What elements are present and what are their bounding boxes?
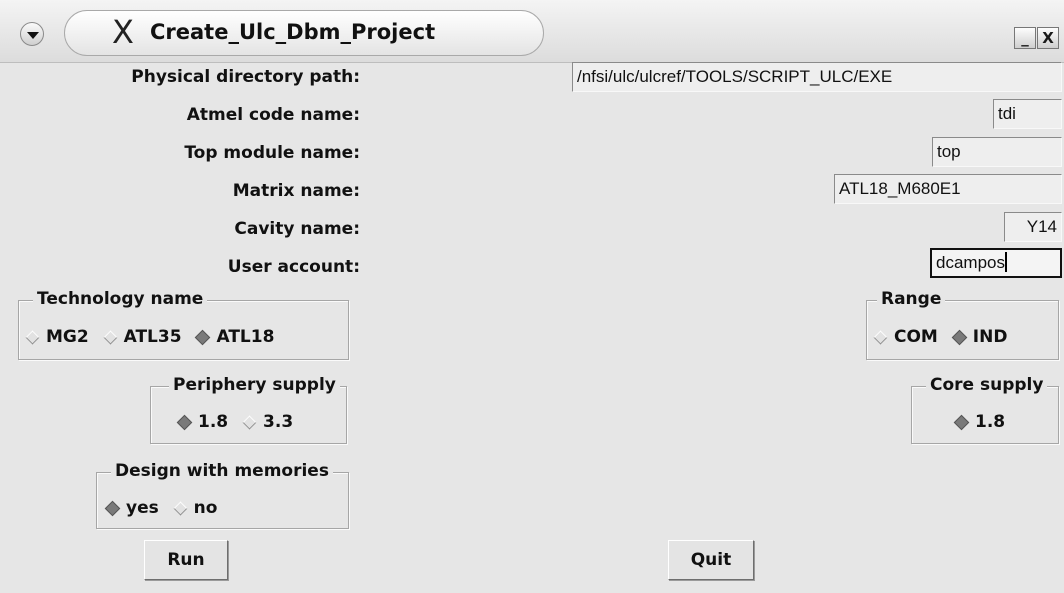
matrix-name-input[interactable]: ATL18_M680E1	[834, 174, 1062, 204]
close-icon[interactable]: X	[1037, 27, 1059, 49]
range-title: Range	[877, 288, 946, 310]
radio-atl35[interactable]: ATL35	[101, 327, 182, 347]
radio-memories-yes[interactable]: yes	[103, 498, 159, 518]
radio-unselected-icon	[873, 329, 888, 345]
run-button[interactable]: Run	[144, 540, 228, 580]
radio-unselected-icon	[103, 329, 118, 345]
radio-periphery-3-3-label: 3.3	[263, 412, 294, 432]
core-supply-group: Core supply 1.8	[911, 374, 1059, 444]
radio-unselected-icon	[25, 329, 40, 345]
radio-ind[interactable]: IND	[950, 327, 1008, 347]
radio-periphery-3-3[interactable]: 3.3	[240, 412, 293, 432]
radio-selected-icon	[104, 500, 121, 516]
label-physical-directory-path: Physical directory path:	[131, 67, 360, 87]
periphery-supply-options: 1.8 3.3	[151, 412, 346, 433]
dialog-window: X Create_Ulc_Dbm_Project _ X Physical di…	[0, 0, 1064, 593]
radio-selected-icon	[953, 414, 970, 430]
range-options: COM IND	[867, 327, 1058, 348]
design-with-memories-options: yes no	[97, 498, 348, 519]
window-title: Create_Ulc_Dbm_Project	[150, 20, 436, 44]
radio-atl18[interactable]: ATL18	[193, 327, 274, 347]
top-module-name-input[interactable]: top	[932, 137, 1062, 167]
label-atmel-code-name: Atmel code name:	[186, 105, 360, 125]
design-with-memories-title: Design with memories	[111, 460, 333, 482]
radio-periphery-1-8-label: 1.8	[198, 412, 229, 432]
radio-selected-icon	[951, 329, 968, 345]
radio-ind-label: IND	[972, 327, 1008, 347]
radio-atl35-label: ATL35	[123, 327, 182, 347]
cavity-name-input[interactable]: Y14	[1004, 212, 1062, 242]
technology-name-group: Technology name MG2 ATL35 ATL18	[18, 288, 349, 360]
radio-unselected-icon	[242, 414, 257, 430]
text-cursor	[1004, 252, 1007, 272]
periphery-supply-group: Periphery supply 1.8 3.3	[150, 374, 347, 444]
x-logo-icon: X	[112, 13, 134, 51]
technology-name-title: Technology name	[33, 288, 208, 310]
radio-com-label: COM	[894, 327, 938, 347]
radio-atl18-label: ATL18	[216, 327, 275, 347]
title-bar[interactable]: X Create_Ulc_Dbm_Project _ X	[0, 0, 1064, 63]
radio-memories-yes-label: yes	[126, 498, 159, 518]
technology-options: MG2 ATL35 ATL18	[19, 327, 348, 348]
user-account-input[interactable]: dcampos	[930, 248, 1062, 278]
range-group: Range COM IND	[866, 288, 1059, 360]
radio-memories-no-label: no	[193, 498, 218, 518]
radio-selected-icon	[176, 414, 193, 430]
radio-mg2[interactable]: MG2	[23, 327, 89, 347]
atmel-code-name-input[interactable]: tdi	[993, 99, 1062, 129]
minimize-icon[interactable]: _	[1014, 27, 1036, 49]
radio-mg2-label: MG2	[46, 327, 89, 347]
radio-core-1-8[interactable]: 1.8	[952, 412, 1005, 432]
radio-periphery-1-8[interactable]: 1.8	[175, 412, 228, 432]
periphery-supply-title: Periphery supply	[169, 374, 340, 396]
radio-com[interactable]: COM	[871, 327, 938, 347]
label-cavity-name: Cavity name:	[234, 219, 360, 239]
core-supply-options: 1.8	[912, 412, 1058, 433]
radio-core-1-8-label: 1.8	[975, 412, 1006, 432]
window-menu-icon[interactable]	[20, 22, 44, 46]
radio-unselected-icon	[173, 500, 188, 516]
quit-button[interactable]: Quit	[668, 540, 754, 580]
radio-memories-no[interactable]: no	[171, 498, 218, 518]
core-supply-title: Core supply	[926, 374, 1048, 396]
user-account-value: dcampos	[936, 253, 1005, 272]
label-top-module-name: Top module name:	[184, 143, 360, 163]
radio-selected-icon	[195, 329, 211, 345]
physical-directory-path-input[interactable]: /nfsi/ulc/ulcref/TOOLS/SCRIPT_ULC/EXE	[572, 62, 1062, 92]
design-with-memories-group: Design with memories yes no	[96, 460, 349, 529]
label-matrix-name: Matrix name:	[232, 181, 360, 201]
label-user-account: User account:	[227, 257, 360, 277]
